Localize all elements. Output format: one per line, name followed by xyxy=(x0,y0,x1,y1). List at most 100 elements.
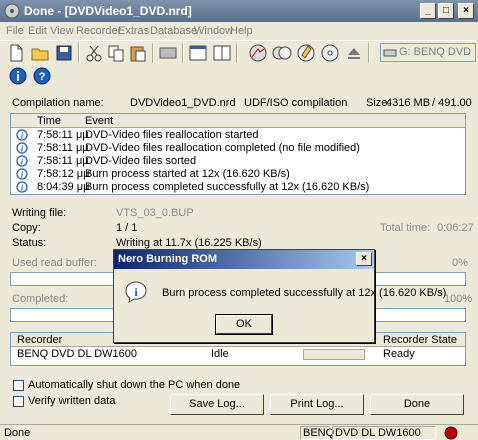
log-event: DVD-Video files sorted xyxy=(85,155,197,167)
status-label: Status: xyxy=(12,237,47,249)
recorder-progress xyxy=(303,349,365,360)
event-log[interactable]: Time Event i 7:58:11 μμ DVD-Video files … xyxy=(10,113,466,195)
disc-info-icon[interactable] xyxy=(158,43,178,63)
dialog-message: Burn process completed successfully at 1… xyxy=(162,287,447,299)
read-buffer-percent: 0% xyxy=(452,257,468,269)
log-time: 7:58:11 μμ xyxy=(37,155,89,167)
log-time: 7:58:11 μμ xyxy=(37,142,89,154)
completed-label: Completed: xyxy=(12,293,69,305)
log-time: 8:04:39 μμ xyxy=(37,181,90,193)
status-bar: Done BENQ DVD DL DW1600 xyxy=(0,424,478,440)
compilation-type: UDF/ISO compilation xyxy=(244,97,348,109)
completion-dialog: Nero Burning ROM × i Burn process comple… xyxy=(113,249,446,343)
status-model: DVD DL DW1600 xyxy=(332,426,436,440)
writing-file-label: Writing file: xyxy=(12,207,67,219)
menu-database[interactable]: Database xyxy=(150,25,197,37)
copy-disc-icon[interactable] xyxy=(272,43,292,63)
cut-icon[interactable] xyxy=(84,43,104,63)
log-event: Burn process started at 12x (16.620 KB/s… xyxy=(85,168,290,180)
read-buffer-label: Used read buffer: xyxy=(12,257,97,269)
log-row[interactable]: i 7:58:11 μμ DVD-Video files reallocatio… xyxy=(11,142,465,155)
toolbar-separator xyxy=(182,43,184,63)
paste-icon[interactable] xyxy=(128,43,148,63)
title-bar: Done - [DVDVideo1_DVD.nrd] _ □ × xyxy=(0,0,478,22)
toolbar-separator xyxy=(152,43,154,63)
dialog-close-button[interactable]: × xyxy=(356,252,372,266)
toolbar-separator xyxy=(78,43,80,63)
writing-file-value: VTS_03_0.BUP xyxy=(116,207,194,219)
information-icon: i xyxy=(125,281,147,304)
col-time[interactable]: Time xyxy=(37,115,61,127)
log-row[interactable]: i 7:58:12 μμ Burn process started at 12x… xyxy=(11,168,465,181)
log-event: DVD-Video files reallocation started xyxy=(85,129,259,141)
menu-edit[interactable]: Edit xyxy=(28,25,47,37)
recorder-select[interactable]: G: BENQ DVD DL DW xyxy=(380,43,476,62)
event-log-header: Time Event xyxy=(11,114,465,128)
help-icon[interactable]: ? xyxy=(32,66,52,86)
copy-label: Copy: xyxy=(12,222,41,234)
close-button[interactable]: × xyxy=(458,3,474,19)
menu-bar: File Edit View Recorder Extras Database … xyxy=(0,22,478,40)
info-icon: i xyxy=(16,129,28,141)
verify-label: Verify written data xyxy=(28,395,116,407)
dialog-ok-button[interactable]: OK xyxy=(215,314,273,335)
log-event: DVD-Video files reallocation completed (… xyxy=(85,142,360,154)
save-log-button[interactable]: Save Log... xyxy=(170,394,264,415)
log-row[interactable]: i 7:58:11 μμ DVD-Video files sorted xyxy=(11,155,465,168)
total-time-value: 0:06:27 xyxy=(437,222,474,234)
total-time-label: Total time: xyxy=(380,222,431,234)
save-icon[interactable] xyxy=(54,43,74,63)
menu-recorder[interactable]: Recorder xyxy=(76,25,121,37)
toolbar-separator xyxy=(368,43,370,63)
status-text: Done xyxy=(4,427,31,439)
tile-icon[interactable] xyxy=(212,43,232,63)
info-icon: i xyxy=(16,155,28,167)
shutdown-label: Automatically shut down the PC when done xyxy=(28,379,241,391)
verify-checkbox[interactable] xyxy=(13,396,24,407)
completed-percent: 100% xyxy=(444,293,473,305)
disc-icon[interactable] xyxy=(320,43,340,63)
menu-view[interactable]: View xyxy=(50,25,74,37)
col-recorder[interactable]: Recorder xyxy=(17,334,62,346)
open-folder-icon[interactable] xyxy=(30,43,50,63)
col-recorder-state[interactable]: Recorder State xyxy=(383,334,457,346)
log-row[interactable]: i 7:58:11 μμ DVD-Video files reallocatio… xyxy=(11,129,465,142)
dialog-title: Nero Burning ROM xyxy=(118,253,217,265)
recorder-name: BENQ DVD DL DW1600 xyxy=(17,348,138,360)
recorder-state: Ready xyxy=(383,348,415,360)
menu-help[interactable]: Help xyxy=(230,25,253,37)
toolbar-separator xyxy=(236,43,238,63)
maximize-button[interactable]: □ xyxy=(438,3,454,19)
size-total: / 491.00 xyxy=(432,97,472,109)
log-time: 7:58:12 μμ xyxy=(37,168,90,180)
svg-text:?: ? xyxy=(39,71,46,83)
col-event[interactable]: Event xyxy=(85,115,113,127)
new-icon[interactable] xyxy=(6,43,26,63)
minimize-button[interactable]: _ xyxy=(420,3,436,19)
log-time: 7:58:11 μμ xyxy=(37,129,89,141)
size-value: 4316 MB xyxy=(386,97,431,109)
burn-icon[interactable] xyxy=(248,43,268,63)
log-row[interactable]: i 8:04:39 μμ Burn process completed succ… xyxy=(11,181,465,194)
drive-icon xyxy=(383,49,397,57)
menu-window[interactable]: Window xyxy=(194,25,233,37)
secondary-toolbar: ? xyxy=(0,64,478,88)
burn-status-icon xyxy=(444,426,458,440)
recorder-row[interactable]: BENQ DVD DL DW1600 Idle Ready xyxy=(11,348,465,364)
info-icon: i xyxy=(16,181,28,193)
copy-value: 1 / 1 xyxy=(116,222,138,234)
info-icon[interactable] xyxy=(8,66,28,86)
erase-icon[interactable] xyxy=(296,43,316,63)
eject-icon[interactable] xyxy=(344,43,364,63)
nero-app-icon xyxy=(4,3,20,19)
menu-file[interactable]: File xyxy=(6,25,24,37)
dialog-title-bar: Nero Burning ROM × xyxy=(114,250,374,269)
copy-icon[interactable] xyxy=(106,43,126,63)
shutdown-checkbox[interactable] xyxy=(13,380,24,391)
done-button[interactable]: Done xyxy=(370,394,464,415)
menu-extras[interactable]: Extras xyxy=(118,25,149,37)
recorder-select-label: G: BENQ DVD DL DW xyxy=(399,46,475,58)
window-icon[interactable] xyxy=(188,43,208,63)
nero-main-window: Done - [DVDVideo1_DVD.nrd] _ □ × File Ed… xyxy=(0,0,478,440)
print-log-button[interactable]: Print Log... xyxy=(270,394,364,415)
